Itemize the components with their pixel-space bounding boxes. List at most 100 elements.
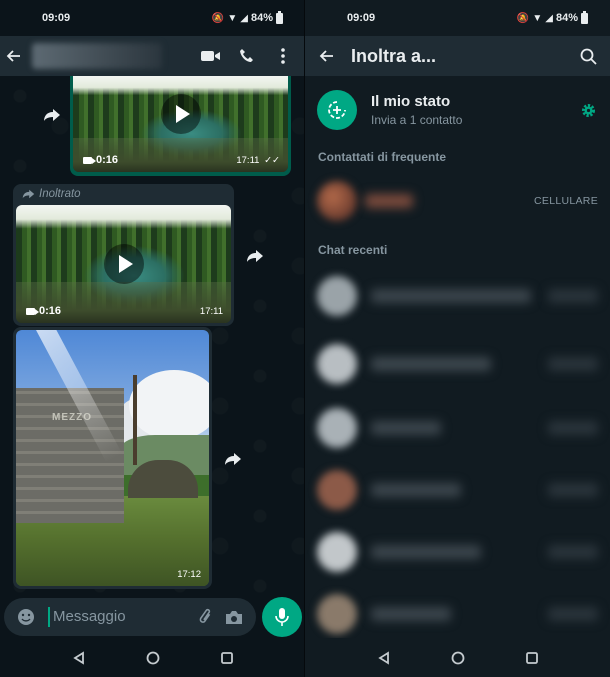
avatar [317, 181, 357, 221]
status-icons: 🔕 ▼ ◢ 84% [516, 10, 588, 24]
camera-icon [226, 610, 242, 624]
status-bar: 09:09 🔕 ▼ ◢ 84% [305, 0, 610, 36]
wifi-icon: ▼ [227, 12, 238, 24]
message-list[interactable]: 0:16 17:11 ✓✓ Inoltrato 0:16 17:11 MEZZO… [0, 76, 305, 596]
message-time: 17:12 [177, 569, 201, 580]
recent-chat-row[interactable] [317, 340, 598, 388]
camera-button[interactable] [220, 603, 248, 631]
chat-header [0, 36, 305, 76]
forward-button[interactable] [218, 444, 248, 474]
play-button[interactable] [161, 94, 201, 134]
my-status-row[interactable]: Il mio stato Invia a 1 contatto [317, 88, 602, 132]
wifi-icon: ▼ [532, 12, 543, 24]
page-title: Inoltra a... [351, 45, 437, 66]
status-avatar [317, 90, 357, 130]
video-camera-icon [83, 156, 96, 164]
forward-icon [247, 250, 263, 262]
chat-screen: 09:09 🔕 ▼ ◢ 84% 0:16 17:11 ✓✓ Inoltrato … [0, 0, 305, 677]
voice-call-button[interactable] [233, 42, 261, 70]
recent-chat-row[interactable] [317, 466, 598, 514]
battery-icon [581, 10, 588, 24]
message-video-outgoing[interactable]: 0:16 17:11 ✓✓ [70, 76, 291, 176]
mic-icon [275, 608, 289, 626]
avatar [317, 276, 357, 316]
recent-chat-row[interactable] [317, 528, 598, 576]
video-thumbnail[interactable]: 0:16 17:11 [16, 205, 231, 323]
frequent-contact-row[interactable]: CELLULARE [317, 177, 598, 225]
status-add-icon [328, 101, 346, 119]
phone-icon [240, 49, 253, 62]
search-icon [580, 48, 597, 65]
photo-sign-text: MEZZO [52, 412, 92, 423]
back-button[interactable] [313, 42, 341, 70]
video-duration: 0:16 [26, 305, 61, 317]
video-call-button[interactable] [197, 42, 225, 70]
video-camera-icon [26, 307, 39, 315]
message-input[interactable]: Messaggio [48, 607, 192, 627]
message-photo[interactable]: MEZZO 17:12 [13, 327, 212, 589]
mute-icon: 🔕 [516, 12, 530, 24]
message-video-forwarded[interactable]: Inoltrato 0:16 17:11 [13, 184, 234, 326]
nav-recents-icon[interactable] [525, 651, 539, 665]
status-settings-button[interactable] [574, 96, 602, 124]
recent-chat-row[interactable] [317, 272, 598, 320]
forward-button[interactable] [240, 241, 270, 271]
battery-icon [276, 10, 283, 24]
attach-icon [199, 608, 211, 623]
phone-type-label: CELLULARE [534, 195, 598, 207]
forwarded-icon [22, 189, 35, 199]
avatar [317, 594, 357, 634]
message-composer[interactable]: Messaggio [4, 598, 256, 636]
message-time: 17:11 ✓✓ [236, 155, 280, 166]
status-icons: 🔕 ▼ ◢ 84% [211, 10, 283, 24]
system-nav-bar [0, 638, 305, 677]
more-options-button[interactable] [269, 42, 297, 70]
section-frequent: Contattati di frequente [318, 150, 446, 164]
settings-icon [581, 103, 595, 117]
avatar [317, 532, 357, 572]
read-ticks-icon: ✓✓ [264, 155, 280, 166]
attach-button[interactable] [192, 603, 220, 631]
recent-chat-row[interactable] [317, 404, 598, 452]
search-button[interactable] [574, 42, 602, 70]
back-arrow-icon [319, 50, 333, 62]
avatar [317, 470, 357, 510]
avatar [317, 408, 357, 448]
play-button[interactable] [104, 244, 144, 284]
video-thumbnail[interactable]: 0:16 17:11 ✓✓ [73, 76, 288, 172]
section-recent: Chat recenti [318, 243, 388, 257]
my-status-title: Il mio stato [371, 93, 451, 110]
battery-percent: 84% [555, 12, 578, 24]
contact-name-blurred [365, 194, 413, 208]
forward-header: Inoltra a... [305, 36, 610, 76]
clock: 09:09 [347, 12, 376, 24]
nav-home-icon[interactable] [146, 651, 160, 665]
video-duration: 0:16 [83, 154, 118, 166]
signal-icon: ◢ [240, 12, 248, 24]
back-button[interactable] [0, 42, 28, 70]
photo-thumbnail[interactable]: MEZZO 17:12 [16, 330, 209, 586]
battery-percent: 84% [250, 12, 273, 24]
signal-icon: ◢ [545, 12, 553, 24]
emoji-button[interactable] [12, 603, 40, 631]
forward-button[interactable] [37, 100, 67, 130]
video-call-icon [201, 51, 220, 61]
more-vert-icon [281, 48, 285, 64]
nav-back-icon[interactable] [72, 650, 86, 665]
contact-name-blurred[interactable] [32, 43, 162, 69]
mute-icon: 🔕 [211, 12, 225, 24]
avatar [317, 344, 357, 384]
nav-recents-icon[interactable] [220, 651, 234, 665]
voice-record-button[interactable] [262, 597, 302, 637]
system-nav-bar [305, 638, 610, 677]
back-arrow-icon [6, 50, 20, 62]
nav-home-icon[interactable] [451, 651, 465, 665]
emoji-icon [18, 609, 34, 625]
forward-screen: 09:09 🔕 ▼ ◢ 84% Inoltra a... Il mio stat… [305, 0, 610, 677]
my-status-subtitle: Invia a 1 contatto [371, 113, 463, 127]
status-bar: 09:09 🔕 ▼ ◢ 84% [0, 0, 305, 36]
forward-icon [44, 109, 60, 121]
nav-back-icon[interactable] [377, 650, 391, 665]
recent-chat-row[interactable] [317, 590, 598, 638]
message-time: 17:11 [199, 306, 223, 317]
